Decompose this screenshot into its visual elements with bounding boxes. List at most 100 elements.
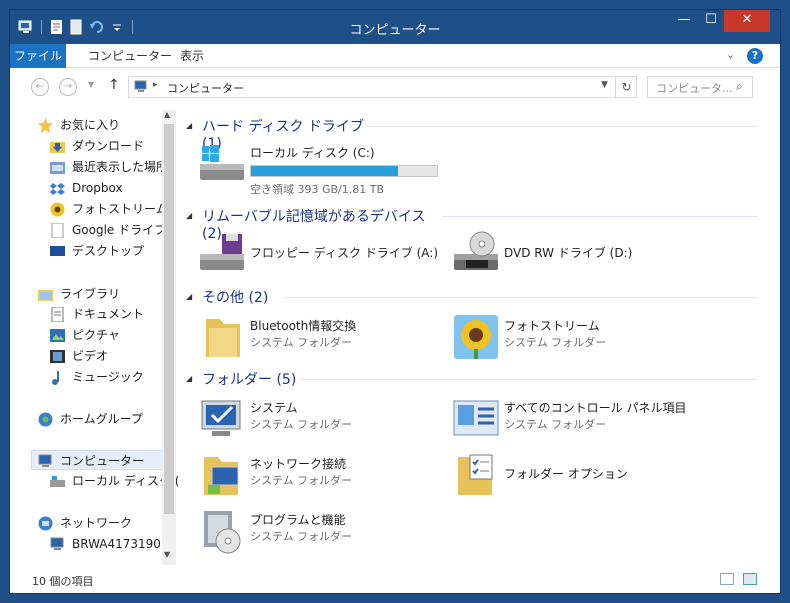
up-button[interactable]: ↑: [108, 77, 120, 93]
windows-drive-icon: [198, 142, 246, 190]
sidebar-item-label: ダウンロード: [72, 139, 145, 153]
address-bar[interactable]: ▸ コンピューター ▼ ↻: [128, 76, 637, 98]
group-header-folders[interactable]: ◢ フォルダー (5): [186, 369, 306, 389]
sidebar-item-recent-places[interactable]: 最近表示した場所: [50, 157, 178, 177]
item-type: システム フォルダー: [250, 418, 353, 431]
group-header-hdd[interactable]: ◢ ハード ディスク ドライブ (1): [186, 116, 386, 152]
drive-item-dvd[interactable]: DVD RW ドライブ (D:): [452, 230, 652, 280]
item-type: システム フォルダー: [504, 336, 607, 349]
navigation-bar: ← → ▼ ↑ ▸ コンピューター ▼ ↻ コンピュータ... ⌕: [10, 69, 780, 105]
details-view-icon[interactable]: [720, 573, 734, 585]
address-location[interactable]: コンピューター: [167, 80, 244, 96]
computer-icon: [134, 80, 148, 94]
sidebar-item-local-disk[interactable]: ローカル ディスク (C: [50, 471, 178, 491]
group-title: フォルダー (5): [202, 372, 297, 388]
sidebar-item-label: お気に入り: [60, 118, 121, 132]
sidebar-item-libraries[interactable]: ライブラリ: [38, 284, 168, 304]
floppy-drive-icon: [198, 230, 246, 278]
star-icon: [38, 118, 53, 133]
sidebar-item-desktop[interactable]: デスクトップ: [50, 241, 170, 261]
drive-name: DVD RW ドライブ (D:): [504, 246, 633, 260]
back-button[interactable]: ←: [31, 78, 49, 96]
homegroup-icon: [38, 412, 53, 427]
tab-file[interactable]: ファイル: [10, 44, 66, 68]
group-divider: [368, 126, 758, 127]
folder-item-programs-features[interactable]: プログラムと機能 システム フォルダー: [198, 507, 418, 557]
navigation-pane: お気に入り ダウンロード 最近表示した場所 Dropbox フォトストリーム G…: [20, 110, 178, 560]
sidebar-item-pictures[interactable]: ピクチャ: [50, 325, 170, 345]
item-name: Bluetooth情報交換: [250, 319, 357, 333]
folder-icon: [198, 313, 246, 361]
sidebar-item-label: フォトストリーム: [72, 202, 168, 216]
item-name: すべてのコントロール パネル項目: [504, 401, 687, 415]
close-button[interactable]: ✕: [724, 10, 770, 32]
chevron-right-icon[interactable]: ▸: [153, 80, 158, 90]
content-pane: ◢ ハード ディスク ドライブ (1) ローカル ディスク (C:) 空き領域 …: [180, 110, 770, 565]
group-header-removable[interactable]: ◢ リムーバブル記憶域があるデバイス (2): [186, 206, 446, 242]
collapse-icon[interactable]: ◢: [186, 211, 192, 220]
sunflower-icon: [452, 313, 500, 361]
item-name: プログラムと機能: [250, 513, 346, 527]
scroll-down-icon[interactable]: ▼: [164, 550, 170, 559]
sidebar-item-favorites[interactable]: お気に入り: [38, 115, 168, 135]
sidebar-item-dropbox[interactable]: Dropbox: [50, 178, 170, 198]
forward-button[interactable]: →: [59, 78, 77, 96]
document-icon: [50, 306, 65, 323]
collapse-icon[interactable]: ◢: [186, 292, 192, 301]
recent-locations-button[interactable]: ▼: [88, 80, 94, 89]
sidebar-item-label: 最近表示した場所: [72, 160, 169, 174]
scrollbar-thumb[interactable]: [164, 124, 174, 514]
dvd-drive-icon: [452, 230, 500, 278]
collapse-icon[interactable]: ◢: [186, 121, 192, 130]
sidebar-item-network[interactable]: ネットワーク: [38, 513, 168, 533]
maximize-button[interactable]: ☐: [698, 10, 724, 32]
folder-item-system[interactable]: システム システム フォルダー: [198, 395, 418, 445]
address-dropdown-icon[interactable]: ▼: [601, 80, 608, 90]
sidebar-item-music[interactable]: ミュージック: [50, 367, 170, 387]
sidebar-item-label: ビデオ: [72, 349, 109, 363]
document-icon: [50, 222, 65, 239]
folder-options-icon: [452, 451, 500, 499]
group-title: その他 (2): [202, 290, 269, 306]
sidebar-item-homegroup[interactable]: ホームグループ: [38, 409, 168, 429]
sidebar-item-google-drive[interactable]: Google ドライブ: [50, 220, 170, 240]
drive-item-floppy[interactable]: フロッピー ディスク ドライブ (A:): [198, 230, 438, 280]
explorer-window: コンピューター — ☐ ✕ ファイル コンピューター 表示 ⌄ ? ← → ▼ …: [9, 9, 781, 594]
sidebar-item-computer[interactable]: コンピューター: [31, 450, 169, 470]
folder-item-control-panel[interactable]: すべてのコントロール パネル項目 システム フォルダー: [452, 395, 697, 445]
folder-item-folder-options[interactable]: フォルダー オプション: [452, 451, 652, 501]
expand-ribbon-icon[interactable]: ⌄: [726, 48, 740, 62]
scroll-up-icon[interactable]: ▲: [164, 110, 170, 119]
sidebar-item-videos[interactable]: ビデオ: [50, 346, 170, 366]
help-icon[interactable]: ?: [747, 48, 763, 64]
item-name: フォトストリーム: [504, 319, 600, 333]
minimize-button[interactable]: —: [670, 10, 698, 32]
capacity-bar: [250, 165, 438, 177]
search-box[interactable]: コンピュータ... ⌕: [647, 76, 753, 98]
folder-item-bluetooth[interactable]: Bluetooth情報交換 システム フォルダー: [198, 313, 418, 363]
sidebar-item-network-device[interactable]: BRWA41731907: [50, 534, 172, 554]
collapse-icon[interactable]: ◢: [186, 374, 192, 383]
sidebar-item-documents[interactable]: ドキュメント: [50, 304, 170, 324]
folder-item-photostream[interactable]: フォトストリーム システム フォルダー: [452, 313, 652, 363]
sidebar-item-label: ミュージック: [72, 370, 144, 384]
tab-computer[interactable]: コンピューター: [78, 44, 182, 68]
capacity-bar-fill: [251, 166, 398, 176]
computer-icon: [38, 454, 53, 469]
drive-item-local-disk[interactable]: ローカル ディスク (C:) 空き領域 393 GB/1.81 TB: [198, 142, 448, 196]
system-icon: [198, 395, 246, 443]
item-type: システム フォルダー: [250, 336, 353, 349]
refresh-icon[interactable]: ↻: [615, 77, 637, 97]
sunflower-icon: [50, 202, 65, 217]
folder-item-network-connections[interactable]: ネットワーク接続 システム フォルダー: [198, 451, 418, 501]
search-icon[interactable]: ⌕: [736, 79, 743, 94]
sidebar-item-label: ホームグループ: [60, 412, 143, 426]
sidebar-item-photostream[interactable]: フォトストリーム: [50, 199, 170, 219]
large-icons-view-icon[interactable]: [743, 573, 757, 585]
tab-view[interactable]: 表示: [170, 44, 214, 68]
sidebar-item-label: ネットワーク: [60, 516, 133, 530]
library-icon: [38, 287, 53, 302]
sidebar-item-downloads[interactable]: ダウンロード: [50, 136, 170, 156]
sidebar-scrollbar[interactable]: ▲ ▼: [162, 110, 176, 565]
music-note-icon: [50, 370, 65, 385]
